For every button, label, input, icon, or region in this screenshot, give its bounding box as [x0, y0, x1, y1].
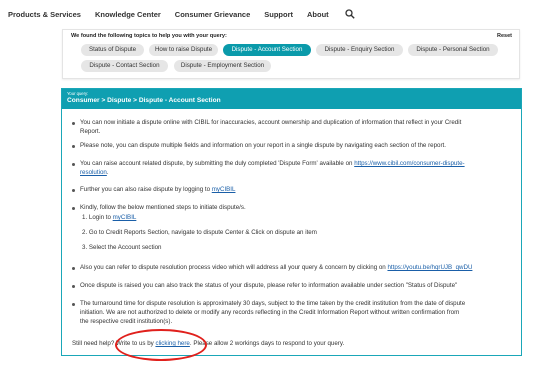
top-navigation: Products & Services Knowledge Center Con… [0, 0, 542, 28]
answer-text: You can now initiate a dispute online wi… [80, 119, 462, 126]
bullet [72, 303, 75, 306]
bullet [72, 267, 75, 270]
nav-consumer-grievance[interactable]: Consumer Grievance [175, 10, 250, 19]
query-answer-panel: Your query: Consumer > Dispute > Dispute… [61, 88, 522, 356]
chip-dispute-personal-section[interactable]: Dispute - Personal Section [408, 44, 498, 56]
mycibil-login-link[interactable]: myCIBIL [113, 214, 137, 221]
answer-text: Also you can refer to dispute resolution… [80, 264, 473, 271]
video-link[interactable]: https://youtu.be/hqrUJB_qwDU [387, 264, 472, 271]
step-item: 3. Select the Account section [82, 244, 162, 251]
nav-products-services[interactable]: Products & Services [8, 10, 81, 19]
search-icon[interactable] [345, 9, 355, 19]
bullet [72, 145, 75, 148]
answer-text: Please note, you can dispute multiple fi… [80, 142, 446, 149]
chip-dispute-enquiry-section[interactable]: Dispute - Enquiry Section [316, 44, 403, 56]
mycibil-link[interactable]: myCIBIL [212, 186, 236, 193]
bullet [72, 207, 75, 210]
chip-dispute-account-section[interactable]: Dispute - Account Section [223, 44, 311, 56]
bullet [72, 163, 75, 166]
dispute-resolution-link[interactable]: https://www.cibil.com/consumer-dispute- [354, 160, 464, 167]
answer-text: resolution. [80, 169, 109, 176]
query-label: Your query: [67, 91, 89, 96]
chip-status-of-dispute[interactable]: Status of Dispute [81, 44, 144, 56]
answer-text: Further you can also raise dispute by lo… [80, 186, 236, 193]
topics-header: We found the following topics to help yo… [71, 33, 227, 39]
answer-text: Report. [80, 128, 101, 135]
annotation-circle [115, 329, 207, 361]
query-breadcrumb: Consumer > Dispute > Dispute - Account S… [67, 97, 221, 104]
chip-how-to-raise-dispute[interactable]: How to raise Dispute [149, 44, 218, 56]
chip-dispute-employment-section[interactable]: Dispute - Employment Section [174, 60, 271, 72]
nav-knowledge-center[interactable]: Knowledge Center [95, 10, 161, 19]
answer-text: Kindly, follow the below mentioned steps… [80, 204, 246, 211]
chip-dispute-contact-section[interactable]: Dispute - Contact Section [81, 60, 168, 72]
answer-text: You can raise account related dispute, b… [80, 160, 465, 167]
query-header-bar: Your query: Consumer > Dispute > Dispute… [62, 89, 521, 109]
bullet [72, 285, 75, 288]
suggested-topics-box: We found the following topics to help yo… [62, 29, 520, 79]
step-item: 2. Go to Credit Reports Section, navigat… [82, 229, 317, 236]
help-text: Still need help? Write to us by clicking… [72, 340, 345, 347]
nav-support[interactable]: Support [264, 10, 293, 19]
answer-text: Once dispute is raised you can also trac… [80, 282, 458, 289]
answer-text: initiation. We are not authorized to del… [80, 309, 460, 316]
answer-text: the respective credit institution(s). [80, 318, 173, 325]
nav-about[interactable]: About [307, 10, 329, 19]
bullet [72, 189, 75, 192]
dispute-resolution-link-cont[interactable]: resolution [80, 169, 107, 176]
reset-button[interactable]: Reset [497, 33, 512, 39]
bullet [72, 122, 75, 125]
step-item: 1. Login to myCIBIL [82, 214, 137, 221]
answer-text: The turnaround time for dispute resoluti… [80, 300, 466, 307]
